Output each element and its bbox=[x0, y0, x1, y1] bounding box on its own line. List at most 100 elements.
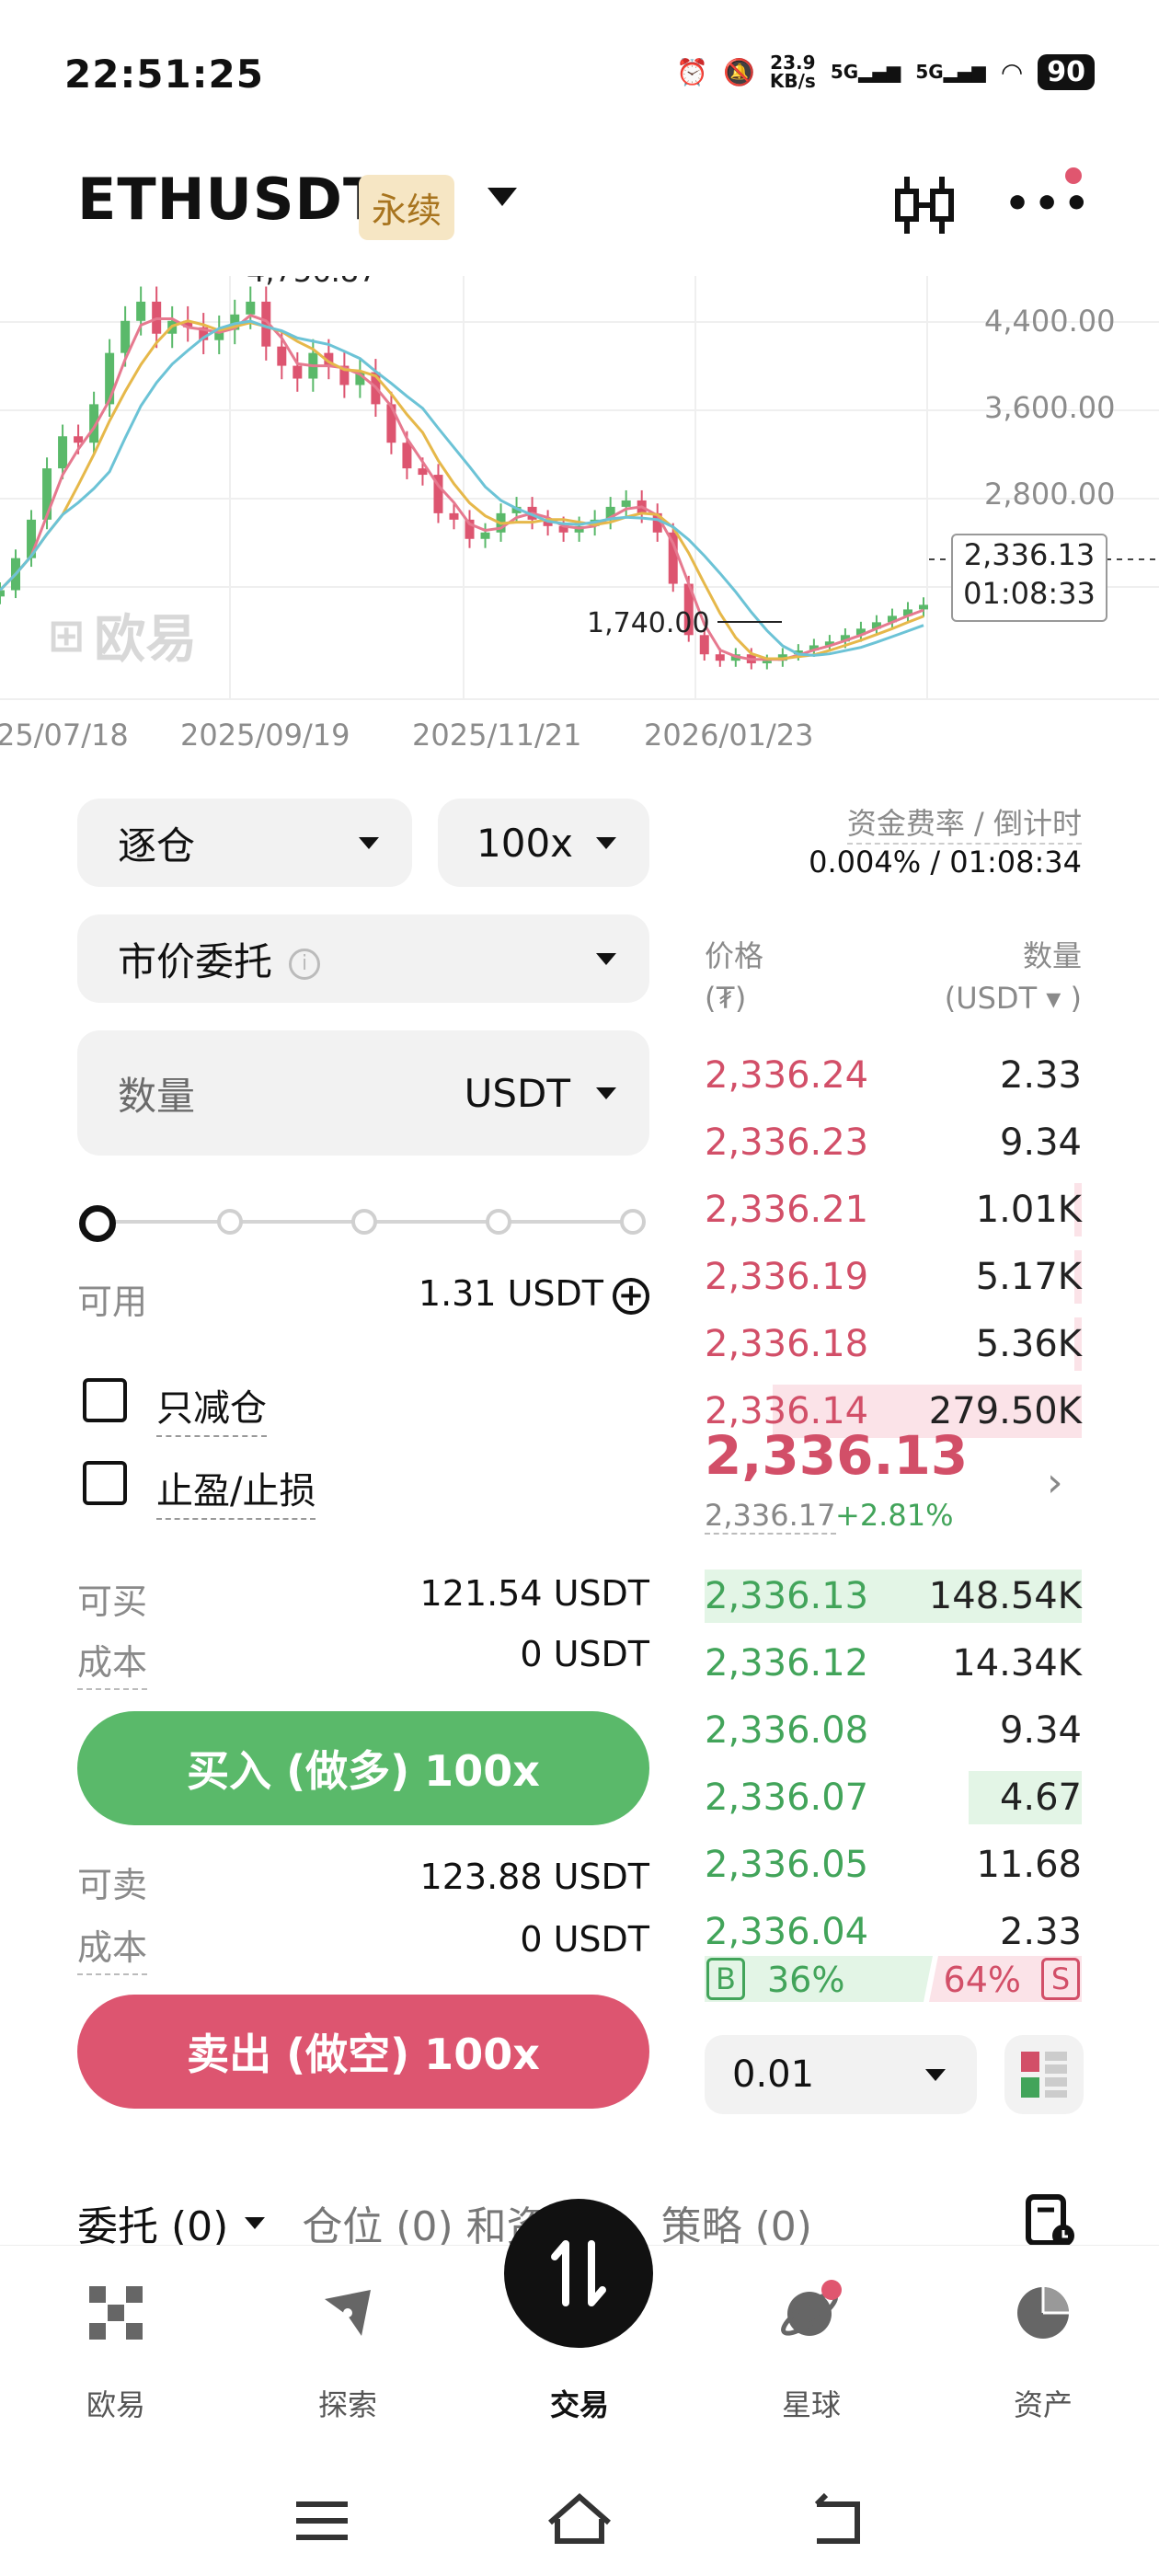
swap-arrows-icon bbox=[551, 2240, 606, 2306]
candle-body bbox=[449, 512, 459, 520]
pie-chart-icon bbox=[1017, 2287, 1069, 2339]
reduce-only-label[interactable]: 只减仓 bbox=[156, 1378, 267, 1437]
chevron-down-icon[interactable] bbox=[488, 188, 517, 206]
can-sell-value: 123.88 USDT bbox=[419, 1857, 649, 1897]
planet-icon bbox=[781, 2280, 842, 2336]
pair-title[interactable]: ETHUSDT bbox=[77, 166, 383, 233]
candle-body bbox=[277, 346, 287, 366]
x-tick: 25/07/18 bbox=[0, 718, 129, 753]
order-price: 2,336.08 bbox=[705, 1709, 869, 1752]
can-buy-label: 可买 bbox=[77, 1581, 148, 1622]
book-layout-icon[interactable] bbox=[1004, 2035, 1084, 2114]
status-icons: ⏰ 🔕 23.9 KB/s 5G▂▄▆ 5G▂▄▆ ◠ 90 bbox=[676, 53, 1095, 90]
order-qty: 4.67 bbox=[999, 1777, 1082, 1819]
sell-short-button[interactable]: 卖出 (做空) 100x bbox=[77, 1995, 649, 2109]
y-tick: 3,600.00 bbox=[984, 390, 1116, 425]
bid-row[interactable]: 2,336.13 148.54K bbox=[705, 1570, 1082, 1623]
order-price: 2,336.07 bbox=[705, 1777, 869, 1819]
tp-sl-label[interactable]: 止盈/止损 bbox=[156, 1461, 316, 1520]
last-price: 2,336.13 bbox=[705, 1424, 969, 1487]
trade-button[interactable] bbox=[504, 2199, 653, 2348]
order-history-icon[interactable] bbox=[1023, 2191, 1078, 2250]
bid-row[interactable]: 2,336.08 9.34 bbox=[705, 1704, 1082, 1757]
ask-row[interactable]: 2,336.18 5.36K bbox=[705, 1317, 1082, 1371]
cost-value: 0 USDT bbox=[520, 1919, 649, 1960]
ask-row[interactable]: 2,336.19 5.17K bbox=[705, 1250, 1082, 1304]
available-value: 1.31 USDT + bbox=[386, 1273, 649, 1315]
candle-body bbox=[715, 654, 725, 661]
nav-home[interactable]: 欧易 bbox=[0, 2246, 232, 2422]
alarm-icon: ⏰ bbox=[676, 56, 708, 87]
battery-indicator: 90 bbox=[1038, 53, 1095, 90]
candlestick-icon[interactable] bbox=[892, 171, 957, 239]
more-menu-icon[interactable]: ••• bbox=[1004, 184, 1093, 224]
info-icon: i bbox=[289, 949, 321, 980]
order-qty: 5.17K bbox=[975, 1256, 1082, 1298]
ask-row[interactable]: 2,336.23 9.34 bbox=[705, 1116, 1082, 1169]
ask-row[interactable]: 2,336.24 2.33 bbox=[705, 1049, 1082, 1102]
cost-value: 0 USDT bbox=[520, 1634, 649, 1674]
slider-stop[interactable] bbox=[620, 1209, 646, 1235]
buy-ratio-badge: B bbox=[706, 1958, 745, 2000]
home-icon bbox=[548, 2493, 611, 2544]
bid-row[interactable]: 2,336.05 11.68 bbox=[705, 1838, 1082, 1892]
sell-ratio: 64% bbox=[943, 1960, 1021, 2000]
caret-down-icon bbox=[596, 836, 616, 849]
order-qty: 14.34K bbox=[952, 1642, 1082, 1685]
qty-column-header[interactable]: 数量 (USDT ▾ ) bbox=[945, 935, 1082, 1019]
order-qty: 2.33 bbox=[999, 1911, 1082, 1953]
current-price-tag: 2,336.13 01:08:33 bbox=[951, 534, 1107, 622]
price-change: +2.81% bbox=[835, 1498, 954, 1533]
mark-price: 2,336.17 bbox=[705, 1498, 836, 1535]
order-price: 2,336.05 bbox=[705, 1844, 869, 1886]
bid-row[interactable]: 2,336.07 4.67 bbox=[705, 1771, 1082, 1824]
candle-body bbox=[136, 301, 146, 321]
slider-stop[interactable] bbox=[486, 1209, 511, 1235]
funding-rate-value: 0.004% / 01:08:34 bbox=[809, 845, 1082, 880]
tab-strategies[interactable]: 策略 (0) bbox=[661, 2193, 812, 2252]
status-time: 22:51:25 bbox=[64, 52, 264, 97]
price-chart[interactable]: 4,400.00 3,600.00 2,800.00 4,756.87 25/0… bbox=[0, 276, 1159, 773]
add-funds-icon[interactable]: + bbox=[613, 1277, 649, 1315]
slider-knob[interactable] bbox=[79, 1205, 116, 1242]
high-label: 4,756.87 bbox=[247, 276, 378, 289]
bottom-tabs: 委托 (0) 仓位 (0) 和资产 策略 (0) bbox=[77, 2193, 812, 2252]
leverage-select[interactable]: 100x bbox=[438, 799, 649, 887]
order-price: 2,336.24 bbox=[705, 1054, 869, 1097]
nav-planet[interactable]: 星球 bbox=[695, 2246, 927, 2422]
bid-row[interactable]: 2,336.12 14.34K bbox=[705, 1637, 1082, 1690]
candle-body bbox=[120, 320, 131, 353]
caret-down-icon bbox=[925, 2068, 946, 2081]
candle-body bbox=[246, 301, 256, 315]
nav-explore[interactable]: 探索 bbox=[232, 2246, 464, 2422]
order-qty: 9.34 bbox=[999, 1121, 1082, 1164]
order-price: 2,336.21 bbox=[705, 1189, 869, 1231]
tab-orders[interactable]: 委托 (0) bbox=[77, 2193, 266, 2252]
slider-stop[interactable] bbox=[351, 1209, 377, 1235]
bid-row[interactable]: 2,336.04 2.33 bbox=[705, 1905, 1082, 1959]
order-price: 2,336.13 bbox=[705, 1575, 869, 1617]
tick-size-select[interactable]: 0.01 bbox=[705, 2035, 977, 2114]
slider-stop[interactable] bbox=[217, 1209, 243, 1235]
nav-assets[interactable]: 资产 bbox=[927, 2246, 1159, 2422]
funding-rate-label[interactable]: 资金费率 / 倒计时 bbox=[846, 800, 1082, 845]
buy-sell-ratio: B 36% 64% S bbox=[705, 1952, 1082, 2006]
y-tick: 4,400.00 bbox=[984, 304, 1116, 339]
candle-body bbox=[480, 532, 490, 539]
order-qty: 148.54K bbox=[928, 1575, 1082, 1617]
back-icon bbox=[814, 2492, 860, 2544]
can-buy-value: 121.54 USDT bbox=[419, 1573, 649, 1614]
candle-body bbox=[58, 436, 68, 469]
signal-icon-2: 5G▂▄▆ bbox=[915, 61, 986, 83]
ask-row[interactable]: 2,336.21 1.01K bbox=[705, 1183, 1082, 1236]
chevron-right-icon[interactable]: › bbox=[1047, 1459, 1063, 1506]
reduce-only-checkbox[interactable] bbox=[83, 1378, 127, 1422]
order-type-select[interactable]: 市价委托 i bbox=[77, 914, 649, 1003]
candle-body bbox=[293, 365, 303, 379]
tp-sl-checkbox[interactable] bbox=[83, 1461, 127, 1505]
caret-down-icon bbox=[596, 1087, 616, 1099]
quantity-input[interactable]: 数量 USDT bbox=[77, 1030, 649, 1156]
margin-mode-select[interactable]: 逐仓 bbox=[77, 799, 412, 887]
quantity-unit-select[interactable]: USDT bbox=[465, 1071, 616, 1116]
buy-long-button[interactable]: 买入 (做多) 100x bbox=[77, 1711, 649, 1825]
